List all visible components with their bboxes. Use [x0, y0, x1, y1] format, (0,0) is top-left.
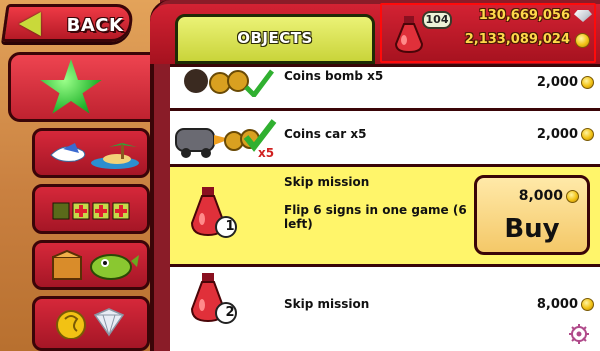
list-item[interactable]: 2 Skip mission 8,000: [170, 264, 600, 351]
list-item-selected[interactable]: 1 Skip mission Flip 6 signs in one game …: [170, 164, 600, 264]
objects-list: Coins bomb x5 2,000 x5 Coins car x5 2,00…: [170, 64, 600, 351]
tab-objects[interactable]: OBJECTS: [175, 14, 375, 64]
island-sky-icon: [50, 143, 139, 169]
potion-number: 1: [225, 219, 235, 234]
svg-text:x5: x5: [258, 146, 274, 160]
price-coin-icon: [566, 190, 579, 203]
coin-icon: [575, 33, 590, 48]
coins-car-icon: x5: [175, 119, 277, 160]
item-description: Flip 6 signs in one game (6 left): [284, 203, 467, 231]
back-button[interactable]: BACK: [1, 4, 135, 42]
gear-icon[interactable]: [568, 323, 590, 345]
star-icon: [40, 59, 102, 114]
coins-bomb-icon: [184, 69, 274, 97]
back-label: BACK: [66, 15, 124, 36]
list-item[interactable]: x5 Coins car x5 2,000: [170, 108, 600, 164]
price-coin-icon: [581, 128, 594, 141]
sidebar-item-star[interactable]: [8, 52, 158, 122]
potion-count-badge: 104: [422, 11, 452, 29]
item-price: 8,000: [536, 297, 578, 312]
item-name: Skip mission: [284, 175, 370, 189]
back-arrow-icon: [18, 12, 41, 36]
item-name: Skip mission: [284, 297, 370, 311]
buy-label: Buy: [504, 214, 560, 244]
potion-number: 2: [225, 305, 235, 320]
potion-icon: [394, 16, 424, 54]
price-coin-icon: [581, 298, 594, 311]
box-fish-icon: [52, 249, 139, 280]
sidebar-item-upgrades[interactable]: [32, 184, 150, 234]
game-shop-screen: BACK OBJECTS 104 130,669,056 2,133,089,0…: [0, 0, 600, 351]
gems-amount: 130,669,056: [478, 8, 570, 23]
list-item[interactable]: Coins bomb x5 2,000: [170, 64, 600, 108]
objects-tab-label: OBJECTS: [237, 29, 313, 47]
price-coin-icon: [581, 76, 594, 89]
coins-amount: 2,133,089,024: [464, 32, 570, 47]
sidebar-item-island[interactable]: [32, 128, 150, 178]
buy-price: 8,000: [518, 188, 563, 204]
sidebar-item-currency[interactable]: [32, 296, 150, 351]
item-price: 2,000: [536, 75, 578, 90]
item-price: 2,000: [536, 127, 578, 142]
item-name: Coins bomb x5: [284, 69, 384, 83]
item-name: Coins car x5: [284, 127, 367, 141]
sidebar-item-items[interactable]: [32, 240, 150, 290]
buy-button[interactable]: 8,000 Buy: [474, 175, 590, 255]
upgrade-plus-icon: [52, 202, 130, 220]
coin-gem-icon: [56, 308, 125, 339]
